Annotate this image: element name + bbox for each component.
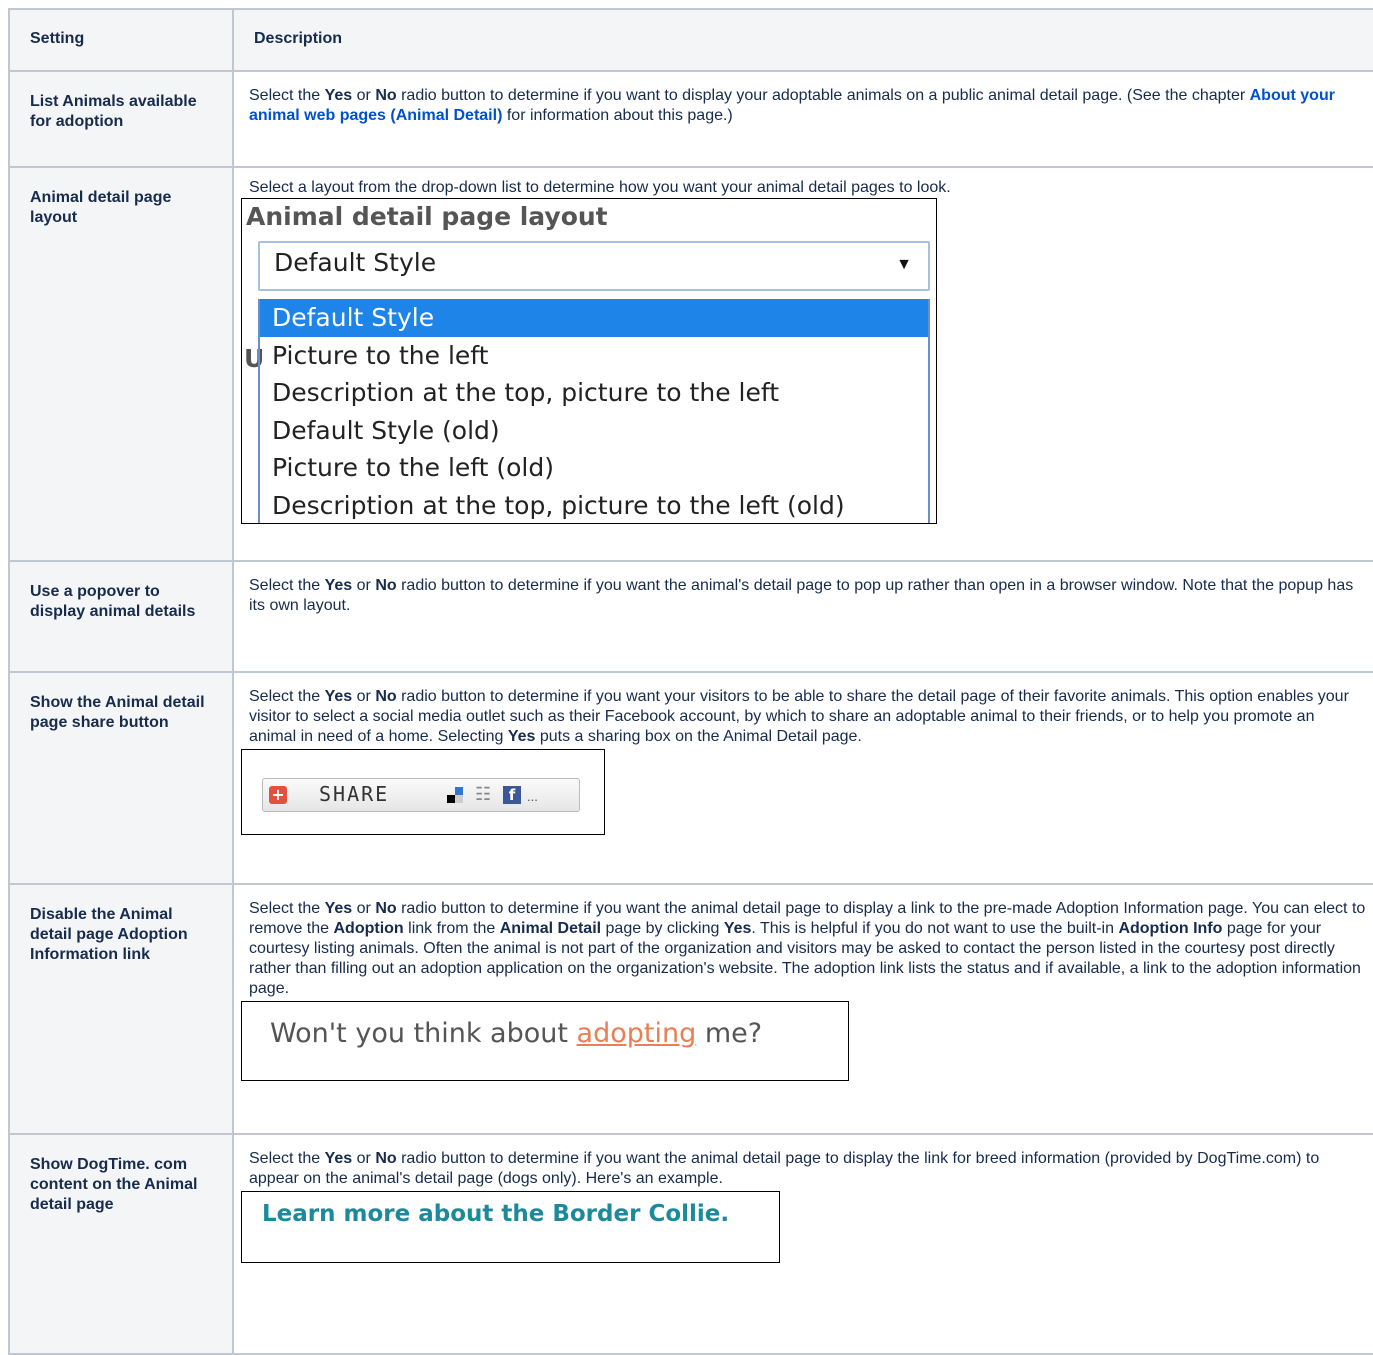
desc-text: or (352, 577, 376, 594)
desc-text: Select the (249, 1150, 325, 1167)
desc-bold-no: No (375, 577, 397, 594)
layout-option[interactable]: Description at the top, picture to the l… (260, 374, 928, 412)
table-row: List Animals available for adoption Sele… (8, 70, 1373, 168)
desc-text: radio button to determine if you want to… (396, 87, 1250, 104)
desc-text: link from the (403, 920, 500, 937)
setting-adoption: Disable the Animal detail page Adoption … (8, 883, 234, 1135)
desc-bold-animal-detail: Animal Detail (499, 920, 602, 937)
layout-option[interactable]: Default Style (260, 299, 928, 337)
adopting-link-screenshot: Won't you think about adopting me? (241, 1001, 849, 1081)
desc-bold-adoption-info: Adoption Info (1118, 920, 1223, 937)
layout-select-value: Default Style (274, 248, 437, 277)
desc-bold-yes: Yes (324, 688, 353, 705)
desc-text: page by clicking (601, 920, 724, 937)
layout-option[interactable]: Picture to the left (260, 337, 928, 375)
desc-text: radio button to determine if you want th… (249, 577, 1354, 614)
setting-layout: Animal detail page layout (8, 166, 234, 562)
description-share: Select the Yes or No radio button to det… (232, 671, 1373, 885)
adopting-link[interactable]: adopting (577, 1018, 697, 1049)
desc-text: radio button to determine if you want th… (249, 1150, 1320, 1187)
adopt-post: me? (696, 1018, 763, 1049)
digg-icon: ☷ (475, 784, 492, 804)
header-setting: Setting (8, 8, 234, 72)
table-row: Disable the Animal detail page Adoption … (8, 883, 1373, 1135)
desc-text: Select the (249, 87, 325, 104)
desc-bold-no: No (375, 688, 397, 705)
layout-option[interactable]: Default Style (old) (260, 412, 928, 450)
table-header-row: Setting Description (8, 8, 1373, 72)
desc-text: for information about this page.) (502, 107, 733, 124)
description-list-animals: Select the Yes or No radio button to det… (232, 70, 1373, 168)
description-popover: Select the Yes or No radio button to det… (232, 560, 1373, 673)
desc-bold-adoption: Adoption (333, 920, 404, 937)
chevron-down-icon: ▼ (896, 256, 912, 273)
setting-share: Show the Animal detail page share button (8, 671, 234, 885)
table-row: Show DogTime. com content on the Animal … (8, 1133, 1373, 1355)
header-description: Description (232, 8, 1373, 72)
layout-option[interactable]: Description at the top, picture to the l… (260, 487, 928, 523)
desc-text: or (352, 87, 376, 104)
layout-option[interactable]: Picture to the left (old) (260, 449, 928, 487)
desc-text: or (352, 900, 376, 917)
description-adoption: Select the Yes or No radio button to det… (232, 883, 1373, 1135)
desc-text: Select the (249, 900, 325, 917)
delicious-icon (447, 787, 463, 803)
desc-bold-yes: Yes (324, 900, 353, 917)
desc-bold-no: No (375, 900, 397, 917)
breed-info-link[interactable]: Learn more about the Border Collie. (262, 1203, 729, 1226)
share-button[interactable]: + SHARE ☷ f ... (262, 778, 580, 812)
adopt-pre: Won't you think about (270, 1018, 577, 1049)
dogtime-link-screenshot: Learn more about the Border Collie. (241, 1191, 780, 1263)
share-more: ... (527, 789, 538, 804)
desc-bold-yes: Yes (324, 577, 353, 594)
table-row: Show the Animal detail page share button… (8, 671, 1373, 885)
table-row: Animal detail page layout Select a layou… (8, 166, 1373, 562)
dropdown-title: Animal detail page layout (246, 202, 608, 231)
plus-icon: + (269, 786, 287, 804)
description-dogtime: Select the Yes or No radio button to det… (232, 1133, 1373, 1355)
desc-bold-yes: Yes (324, 87, 353, 104)
desc-text: Select the (249, 577, 325, 594)
desc-text: or (352, 1150, 376, 1167)
facebook-icon: f (503, 786, 521, 804)
settings-table: Setting Description List Animals availab… (8, 8, 1373, 1355)
setting-list-animals: List Animals available for adoption (8, 70, 234, 168)
desc-text: or (352, 688, 376, 705)
desc-text: Select the (249, 688, 325, 705)
desc-bold-yes: Yes (723, 920, 752, 937)
desc-text: puts a sharing box on the Animal Detail … (535, 728, 862, 745)
layout-dropdown-screenshot: Animal detail page layout U Default Styl… (241, 198, 937, 524)
desc-bold-yes: Yes (324, 1150, 353, 1167)
description-layout: Select a layout from the drop-down list … (232, 166, 1373, 562)
share-label: SHARE (319, 782, 390, 806)
share-button-screenshot: + SHARE ☷ f ... (241, 749, 605, 835)
desc-bold-no: No (375, 87, 397, 104)
desc-text: Select a layout from the drop-down list … (249, 179, 951, 196)
setting-popover: Use a popover to display animal details (8, 560, 234, 673)
desc-bold-no: No (375, 1150, 397, 1167)
layout-select[interactable]: Default Style ▼ (258, 241, 930, 291)
adopting-text: Won't you think about adopting me? (270, 1020, 762, 1047)
table-row: Use a popover to display animal details … (8, 560, 1373, 673)
desc-text: . This is helpful if you do not want to … (751, 920, 1119, 937)
setting-dogtime: Show DogTime. com content on the Animal … (8, 1133, 234, 1355)
desc-bold-yes: Yes (507, 728, 536, 745)
layout-options-list: Default Style Picture to the left Descri… (258, 299, 930, 523)
